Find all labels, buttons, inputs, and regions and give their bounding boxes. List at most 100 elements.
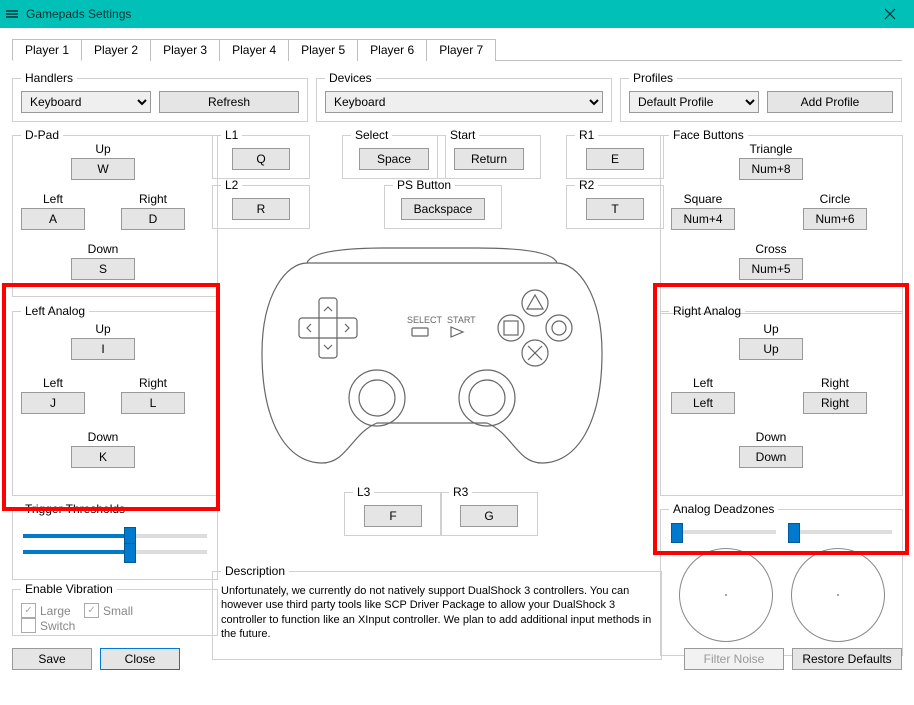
ra-up-button[interactable]: Up bbox=[739, 338, 803, 360]
r1-legend: R1 bbox=[575, 128, 598, 142]
la-right-label: Right bbox=[139, 376, 167, 390]
ra-left-label: Left bbox=[693, 376, 713, 390]
r3-button[interactable]: G bbox=[460, 505, 518, 527]
la-right-button[interactable]: L bbox=[121, 392, 185, 414]
svg-text:START: START bbox=[447, 315, 476, 325]
l1-group: L1 Q bbox=[212, 128, 310, 179]
dpad-right-button[interactable]: D bbox=[121, 208, 185, 230]
facebuttons-group: Face Buttons Triangle Num+8 Square Num+4… bbox=[660, 128, 903, 314]
dpad-group: D-Pad Up W Left A Right D Down S bbox=[12, 128, 218, 297]
vibration-group: Enable Vibration ✓Large ✓Small Switch bbox=[12, 582, 218, 636]
trigger-thresholds-group: Trigger Thresholds bbox=[12, 502, 218, 580]
facebuttons-legend: Face Buttons bbox=[669, 128, 748, 142]
ra-left-button[interactable]: Left bbox=[671, 392, 735, 414]
ra-up-label: Up bbox=[763, 322, 778, 336]
vibration-large-checkbox[interactable]: ✓Large bbox=[21, 603, 71, 618]
r2-group: R2 T bbox=[566, 178, 664, 229]
close-button[interactable]: Close bbox=[100, 648, 180, 670]
profiles-group: Profiles Default Profile Add Profile bbox=[620, 71, 902, 122]
description-text: Unfortunately, we currently do not nativ… bbox=[221, 584, 653, 641]
face-cross-label: Cross bbox=[755, 242, 786, 256]
add-profile-button[interactable]: Add Profile bbox=[767, 91, 893, 113]
app-icon bbox=[4, 6, 20, 22]
select-group: Select Space bbox=[342, 128, 446, 179]
l3-legend: L3 bbox=[353, 485, 374, 499]
r1-button[interactable]: E bbox=[586, 148, 644, 170]
la-left-button[interactable]: J bbox=[21, 392, 85, 414]
r2-legend: R2 bbox=[575, 178, 598, 192]
profiles-legend: Profiles bbox=[629, 71, 677, 85]
deadzones-legend: Analog Deadzones bbox=[669, 502, 778, 516]
vibration-switch-checkbox[interactable]: Switch bbox=[21, 618, 75, 633]
tab-player-4[interactable]: Player 4 bbox=[219, 39, 289, 61]
leftanalog-group: Left Analog Up I Left J Right L Down K bbox=[12, 304, 218, 496]
dpad-down-button[interactable]: S bbox=[71, 258, 135, 280]
save-button[interactable]: Save bbox=[12, 648, 92, 670]
dpad-down-label: Down bbox=[88, 242, 119, 256]
start-button[interactable]: Return bbox=[454, 148, 524, 170]
la-up-button[interactable]: I bbox=[71, 338, 135, 360]
filter-noise-button[interactable]: Filter Noise bbox=[684, 648, 784, 670]
deadzone-slider-right[interactable] bbox=[788, 530, 893, 534]
dpad-up-label: Up bbox=[95, 142, 110, 156]
trigger-slider-1[interactable] bbox=[23, 534, 207, 538]
tab-player-3[interactable]: Player 3 bbox=[150, 39, 220, 61]
face-cross-button[interactable]: Num+5 bbox=[739, 258, 803, 280]
r3-legend: R3 bbox=[449, 485, 472, 499]
devices-legend: Devices bbox=[325, 71, 376, 85]
refresh-button[interactable]: Refresh bbox=[159, 91, 299, 113]
window-title: Gamepads Settings bbox=[26, 7, 870, 21]
handlers-legend: Handlers bbox=[21, 71, 77, 85]
l2-group: L2 R bbox=[212, 178, 310, 229]
dpad-up-button[interactable]: W bbox=[71, 158, 135, 180]
l3-button[interactable]: F bbox=[364, 505, 422, 527]
tab-player-5[interactable]: Player 5 bbox=[288, 39, 358, 61]
ra-right-button[interactable]: Right bbox=[803, 392, 867, 414]
l1-legend: L1 bbox=[221, 128, 242, 142]
psbutton-button[interactable]: Backspace bbox=[401, 198, 485, 220]
psbutton-legend: PS Button bbox=[393, 178, 455, 192]
face-square-button[interactable]: Num+4 bbox=[671, 208, 735, 230]
la-down-button[interactable]: K bbox=[71, 446, 135, 468]
tab-player-7[interactable]: Player 7 bbox=[426, 39, 496, 61]
description-legend: Description bbox=[221, 564, 289, 578]
start-group: Start Return bbox=[437, 128, 541, 179]
select-legend: Select bbox=[351, 128, 392, 142]
devices-select[interactable]: Keyboard bbox=[325, 91, 603, 113]
tab-player-6[interactable]: Player 6 bbox=[357, 39, 427, 61]
gamepad-diagram: SELECT START bbox=[237, 233, 627, 476]
description-group: Description Unfortunately, we currently … bbox=[212, 564, 662, 660]
profiles-select[interactable]: Default Profile bbox=[629, 91, 759, 113]
la-left-label: Left bbox=[43, 376, 63, 390]
close-icon[interactable] bbox=[870, 2, 910, 26]
deadzone-circle-right bbox=[791, 548, 885, 642]
restore-defaults-button[interactable]: Restore Defaults bbox=[792, 648, 902, 670]
handlers-select[interactable]: Keyboard bbox=[21, 91, 151, 113]
r2-button[interactable]: T bbox=[586, 198, 644, 220]
l1-button[interactable]: Q bbox=[232, 148, 290, 170]
deadzone-circle-left bbox=[679, 548, 773, 642]
trigger-thresholds-legend: Trigger Thresholds bbox=[21, 502, 129, 516]
l2-button[interactable]: R bbox=[232, 198, 290, 220]
trigger-slider-2[interactable] bbox=[23, 550, 207, 554]
face-circle-button[interactable]: Num+6 bbox=[803, 208, 867, 230]
face-triangle-button[interactable]: Num+8 bbox=[739, 158, 803, 180]
vibration-small-checkbox[interactable]: ✓Small bbox=[84, 603, 133, 618]
player-tabs: Player 1 Player 2 Player 3 Player 4 Play… bbox=[12, 38, 902, 61]
dpad-left-label: Left bbox=[43, 192, 63, 206]
leftanalog-legend: Left Analog bbox=[21, 304, 89, 318]
face-triangle-label: Triangle bbox=[750, 142, 793, 156]
face-square-label: Square bbox=[684, 192, 723, 206]
vibration-legend: Enable Vibration bbox=[21, 582, 117, 596]
deadzone-slider-left[interactable] bbox=[671, 530, 776, 534]
r3-group: R3 G bbox=[440, 485, 538, 536]
psbutton-group: PS Button Backspace bbox=[384, 178, 502, 229]
tab-player-2[interactable]: Player 2 bbox=[81, 39, 151, 61]
devices-group: Devices Keyboard bbox=[316, 71, 612, 122]
ra-down-label: Down bbox=[756, 430, 787, 444]
rightanalog-legend: Right Analog bbox=[669, 304, 745, 318]
select-button[interactable]: Space bbox=[359, 148, 429, 170]
dpad-left-button[interactable]: A bbox=[21, 208, 85, 230]
tab-player-1[interactable]: Player 1 bbox=[12, 39, 82, 61]
ra-down-button[interactable]: Down bbox=[739, 446, 803, 468]
